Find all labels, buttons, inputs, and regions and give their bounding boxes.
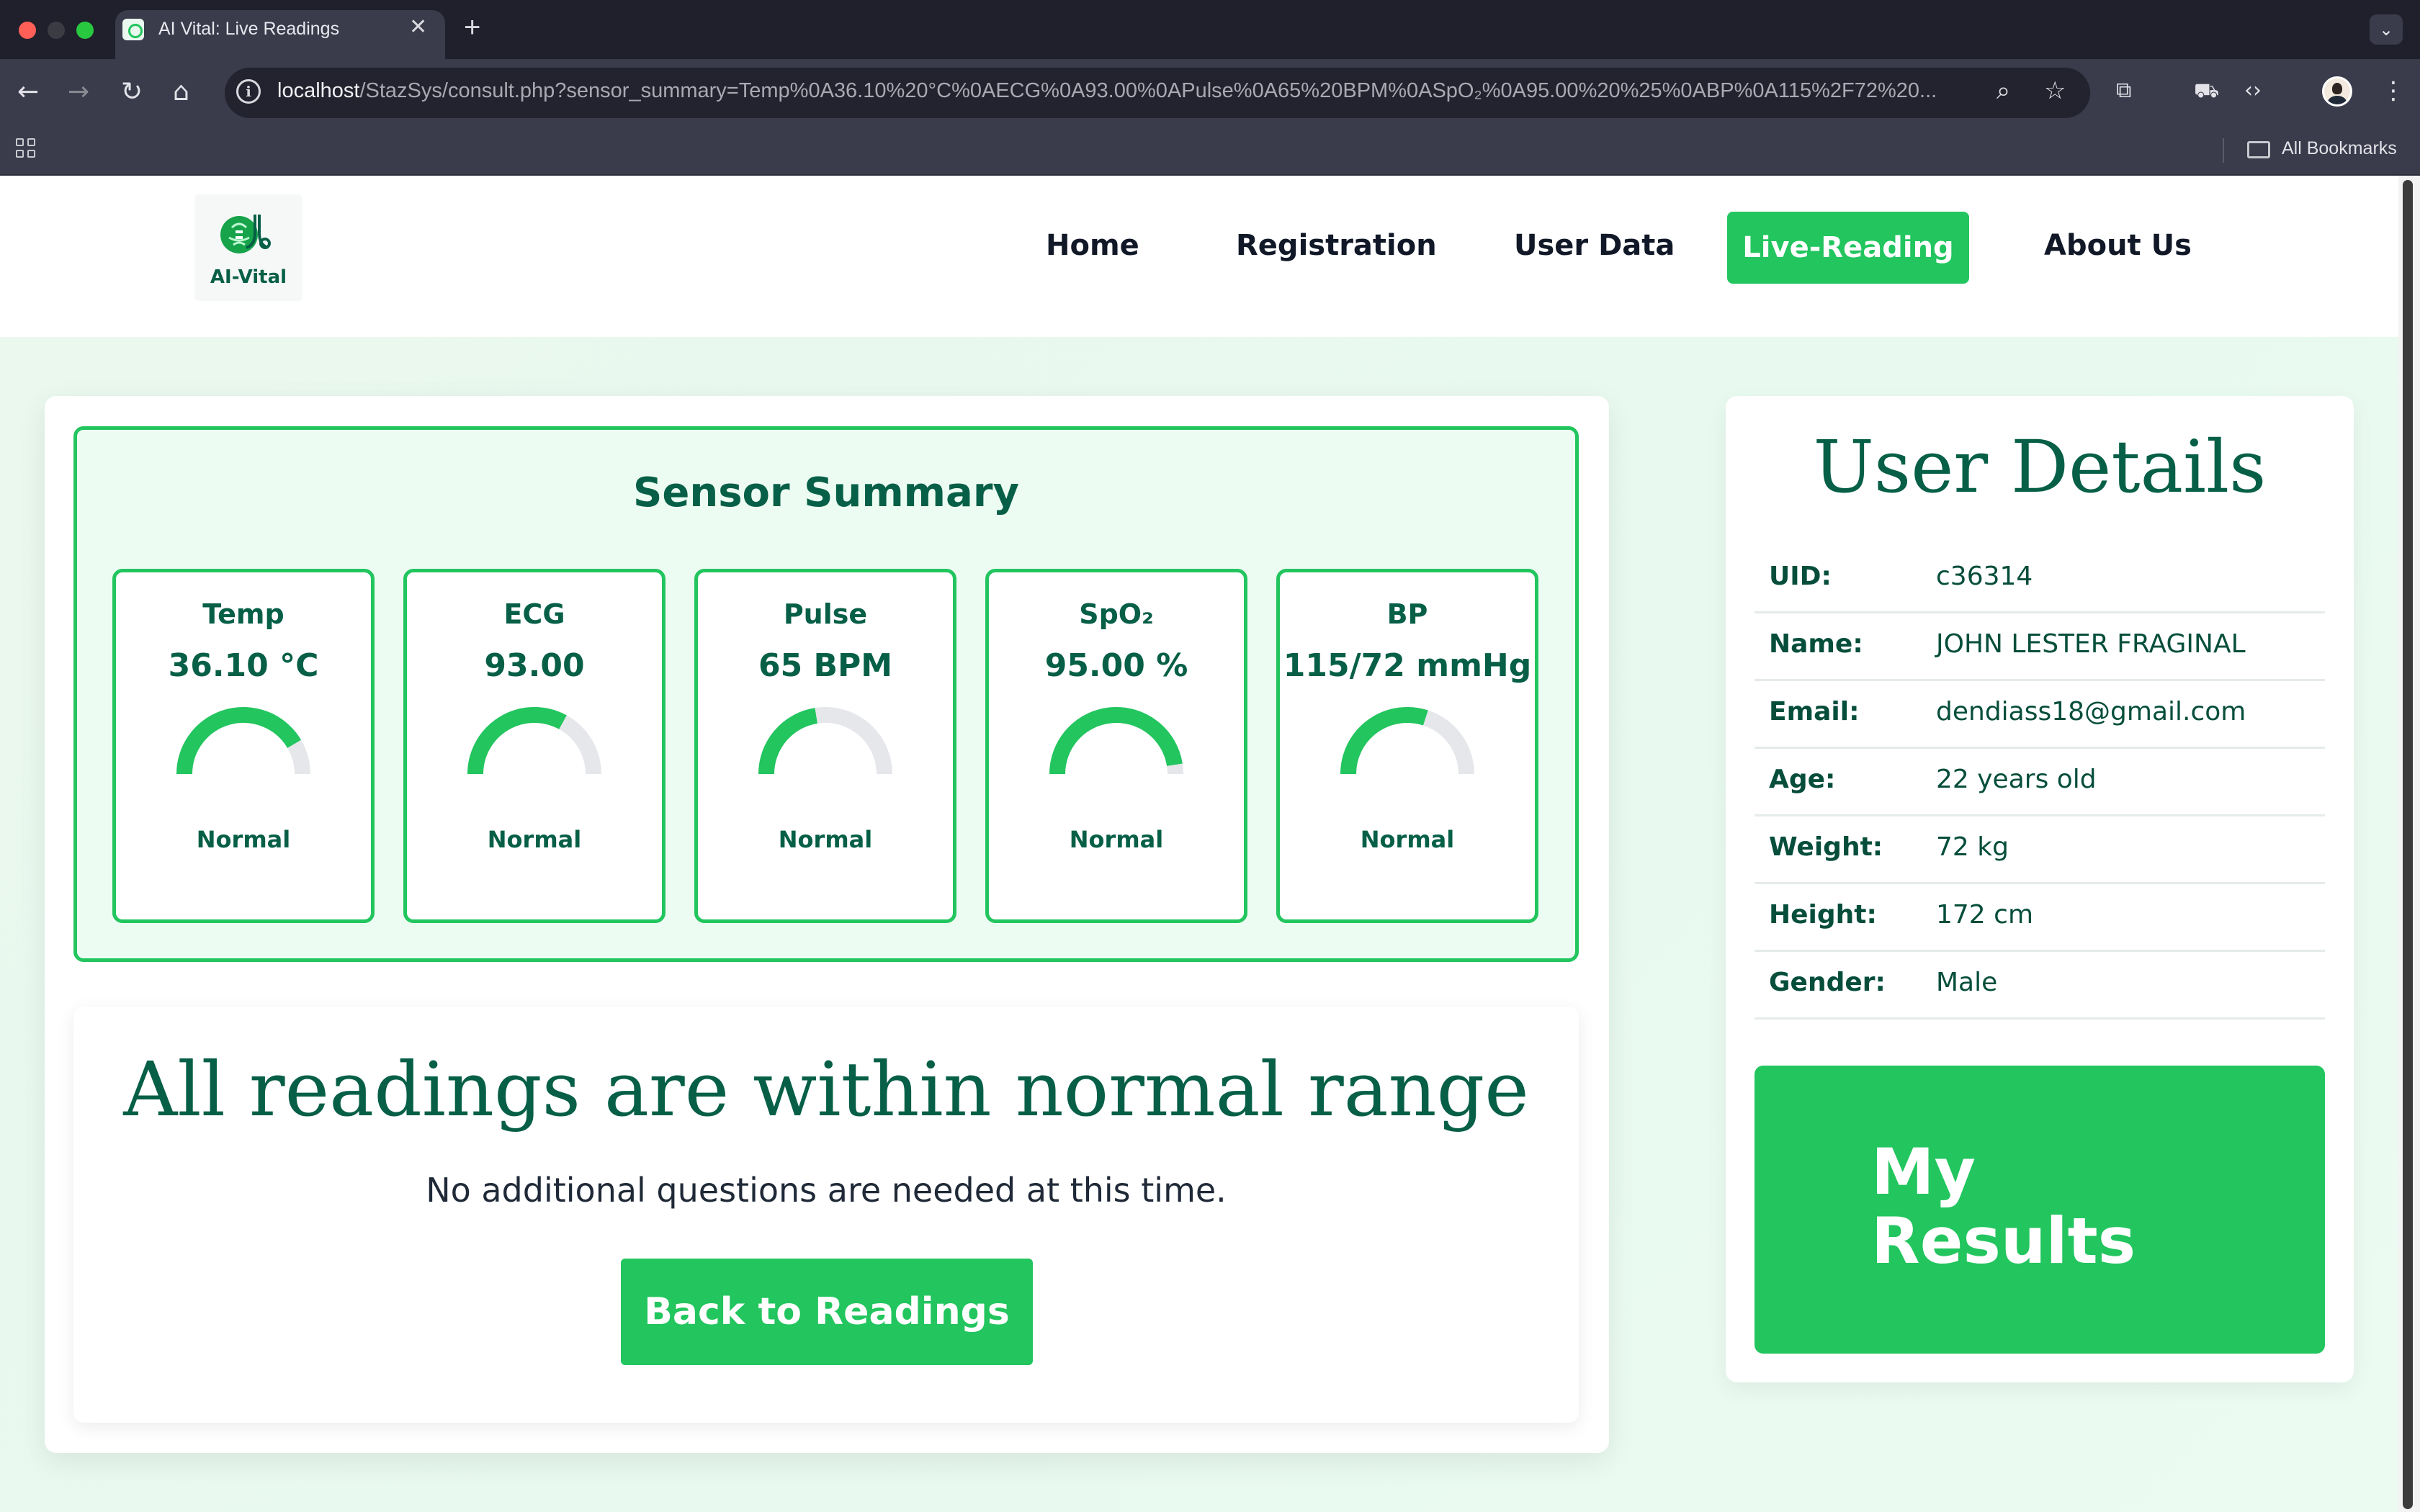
sensor-status: Normal (1360, 826, 1455, 853)
sensor-status: Normal (196, 826, 291, 853)
site-header (0, 176, 2398, 337)
apps-grid-icon[interactable] (16, 138, 37, 160)
user-field-value: c36314 (1936, 562, 2033, 591)
user-field-label: Height: (1769, 900, 1877, 930)
nav-home-link[interactable]: Home (1046, 229, 1139, 262)
sensor-label: BP (1386, 598, 1428, 630)
user-field-label: Age: (1769, 765, 1836, 794)
extensions-icon[interactable]: ⧉ (2116, 76, 2131, 105)
sensor-card-spo2: SpO₂ 95.00 % Normal (985, 569, 1247, 923)
sensor-gauge (758, 707, 892, 775)
site-info-icon[interactable]: i (236, 79, 261, 104)
user-field-value: 172 cm (1936, 900, 2034, 930)
sensor-value: 95.00 % (1044, 647, 1188, 684)
tab-search-chevron-icon[interactable]: ⌄ (2370, 14, 2403, 45)
nav-registration-link[interactable]: Registration (1236, 229, 1437, 262)
tab-close-icon[interactable]: ✕ (409, 14, 427, 40)
sensor-value: 36.10 °C (168, 647, 319, 684)
my-results-text: My Results (1871, 1135, 2136, 1278)
my-results-label[interactable]: My Results (1871, 1135, 2136, 1278)
tab-favicon-icon (122, 19, 144, 40)
sensor-label: Temp (202, 598, 284, 630)
user-field-label: Email: (1769, 697, 1860, 726)
logo-text: AI-Vital (210, 266, 287, 288)
user-details-title: User Details (1813, 425, 2267, 509)
user-row-weight: Weight: 72 kg (1754, 816, 2325, 884)
sensor-gauge (1049, 707, 1183, 775)
back-icon[interactable]: ← (17, 78, 39, 107)
user-field-label: UID: (1769, 562, 1832, 591)
sensor-status: Normal (778, 826, 873, 853)
sensor-status: Normal (487, 826, 582, 853)
gauge-fill (176, 707, 302, 775)
back-to-readings-button[interactable]: Back to Readings (621, 1259, 1033, 1365)
user-field-label: Gender: (1769, 968, 1886, 997)
sensor-label: SpO₂ (1079, 598, 1154, 630)
user-field-value: Male (1936, 968, 1998, 997)
sensor-card-ecg: ECG 93.00 Normal (403, 569, 666, 923)
profile-avatar[interactable] (2322, 76, 2352, 107)
url-text[interactable]: localhost/StazSys/consult.php?sensor_sum… (277, 79, 1970, 103)
forward-icon[interactable]: → (68, 78, 89, 107)
user-row-gender: Gender: Male (1754, 952, 2325, 1020)
sensor-value: 93.00 (484, 647, 585, 684)
user-row-email: Email: dendiass18@gmail.com (1754, 681, 2325, 749)
sensor-label: Pulse (783, 598, 868, 630)
zoom-icon[interactable]: ⌕ (1996, 76, 2010, 105)
sensor-gauge (176, 707, 310, 775)
sensor-summary-title: Sensor Summary (633, 469, 1019, 516)
more-menu-icon[interactable]: ⋮ (2381, 76, 2406, 105)
sensor-value: 65 BPM (758, 647, 893, 684)
sensor-card-temp: Temp 36.10 °C Normal (112, 569, 375, 923)
sensor-label: ECG (503, 598, 565, 630)
user-field-value: JOHN LESTER FRAGINAL (1936, 629, 2246, 659)
nav-user-data-link[interactable]: User Data (1514, 229, 1675, 262)
sensor-gauge (1340, 707, 1474, 775)
window-maximize-button[interactable] (76, 22, 94, 39)
url-host: localhost (277, 79, 360, 102)
all-bookmarks-link[interactable]: All Bookmarks (2282, 138, 2397, 159)
user-field-label: Name: (1769, 629, 1863, 659)
gauge-fill (758, 708, 818, 775)
user-field-value: 72 kg (1936, 832, 2009, 862)
bookmarks-divider (2223, 138, 2224, 163)
nav-live-reading-link[interactable]: Live-Reading (1727, 212, 1969, 284)
nav-about-link[interactable]: About Us (2044, 229, 2192, 262)
new-tab-icon[interactable]: + (464, 12, 480, 44)
user-field-label: Weight: (1769, 832, 1883, 862)
user-row-height: Height: 172 cm (1754, 884, 2325, 952)
sensor-card-bp: BP 115/72 mmHg Normal (1276, 569, 1538, 923)
code-icon[interactable]: ‹› (2244, 76, 2262, 105)
bookmarks-bar (0, 127, 2420, 176)
sensor-value: 115/72 mmHg (1283, 647, 1532, 684)
window-close-button[interactable] (19, 22, 36, 39)
home-icon[interactable]: ⌂ (173, 78, 189, 107)
incognito-icon[interactable]: ⛟ (2194, 76, 2219, 105)
user-field-value: 22 years old (1936, 765, 2097, 794)
folder-icon[interactable] (2247, 141, 2270, 158)
window-minimize-button[interactable] (48, 22, 65, 39)
reload-icon[interactable]: ↻ (121, 78, 143, 107)
user-field-value: dendiass18@gmail.com (1936, 697, 2246, 726)
gauge-fill (467, 707, 567, 775)
user-row-uid: UID: c36314 (1754, 546, 2325, 613)
star-icon[interactable]: ☆ (2044, 76, 2066, 105)
user-row-name: Name: JOHN LESTER FRAGINAL (1754, 613, 2325, 681)
stethoscope-brain-logo-icon (220, 215, 271, 253)
user-row-age: Age: 22 years old (1754, 749, 2325, 816)
sensor-gauge (467, 707, 601, 775)
result-message-subtitle: No additional questions are needed at th… (426, 1171, 1227, 1210)
sensor-status: Normal (1069, 826, 1164, 853)
sensor-card-pulse: Pulse 65 BPM Normal (694, 569, 956, 923)
gauge-fill (1049, 707, 1183, 775)
tab-title[interactable]: AI Vital: Live Readings (158, 19, 339, 40)
scrollbar-thumb[interactable] (2403, 180, 2413, 1509)
gauge-fill (1340, 707, 1428, 775)
url-path: /StazSys/consult.php?sensor_summary=Temp… (359, 79, 1937, 102)
result-message-title: All readings are within normal range (123, 1045, 1529, 1133)
